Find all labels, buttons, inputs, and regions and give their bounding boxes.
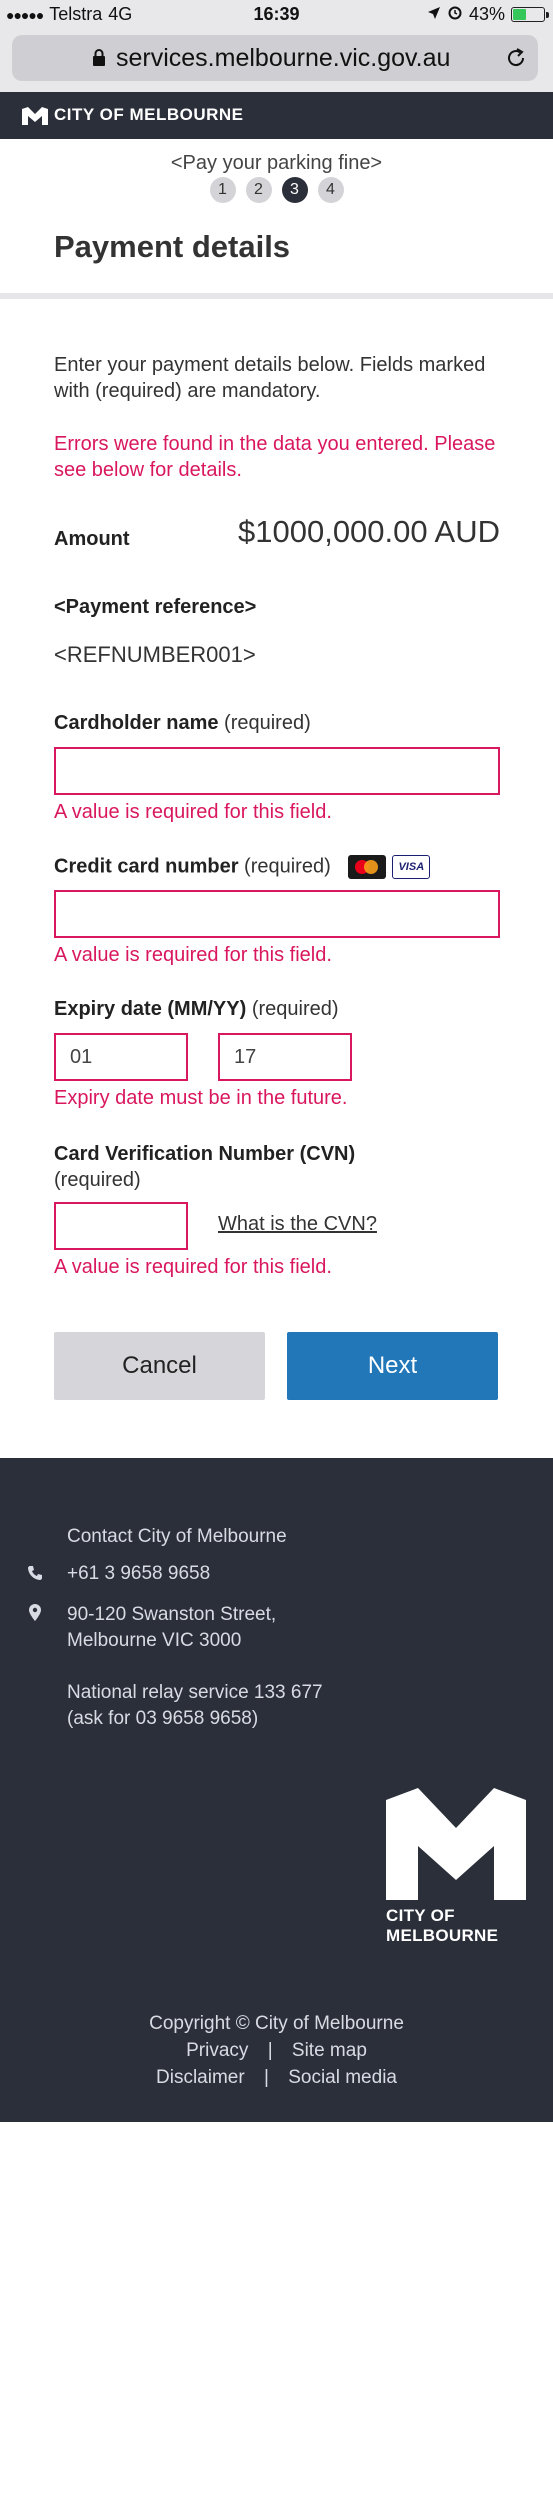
- accepted-cards: VISA: [348, 855, 431, 879]
- alarm-icon: [447, 4, 463, 25]
- card-number-input[interactable]: [54, 890, 500, 938]
- site-footer: Contact City of Melbourne +61 3 9658 965…: [0, 1458, 553, 2122]
- lock-icon: [93, 49, 105, 66]
- reload-icon[interactable]: [504, 46, 528, 70]
- card-number-error: A value is required for this field.: [54, 944, 332, 966]
- step-2: 2: [245, 177, 272, 203]
- map-pin-icon: [29, 1604, 41, 1621]
- required-marker: (required): [244, 855, 331, 878]
- expiry-label-text: Expiry date (MM/YY): [54, 998, 247, 1020]
- relay-line-1: National relay service 133 677: [67, 1682, 323, 1703]
- browser-toolbar: services.melbourne.vic.gov.au: [0, 30, 553, 92]
- step-4: 4: [317, 177, 344, 203]
- cancel-button[interactable]: Cancel: [54, 1332, 265, 1400]
- address-line-1: 90-120 Swanston Street,: [67, 1604, 277, 1625]
- social-media-link[interactable]: Social media: [288, 2067, 397, 2088]
- link-separator: |: [263, 2067, 269, 2088]
- process-title: <Pay your parking fine>: [170, 152, 383, 174]
- intro-text: Enter your payment details below. Fields…: [54, 354, 486, 402]
- card-number-label: Credit card number (required) VISA: [54, 855, 431, 879]
- disclaimer-link[interactable]: Disclaimer: [156, 2067, 245, 2088]
- cvn-error: A value is required for this field.: [54, 1256, 332, 1278]
- cardholder-error: A value is required for this field.: [54, 801, 332, 823]
- expiry-label: Expiry date (MM/YY) (required): [54, 998, 339, 1021]
- step-1: 1: [209, 177, 236, 203]
- cvn-label: Card Verification Number (CVN) (required…: [54, 1141, 355, 1193]
- brand-name[interactable]: CITY OF MELBOURNE: [54, 105, 244, 125]
- amount-label: Amount: [54, 528, 130, 550]
- step-3: 3: [281, 177, 308, 203]
- address-bar[interactable]: services.melbourne.vic.gov.au: [12, 35, 538, 81]
- page-title: Payment details: [54, 229, 291, 264]
- cardholder-input[interactable]: [54, 747, 500, 795]
- phone-icon: [28, 1566, 42, 1580]
- mastercard-icon: [348, 855, 387, 879]
- status-bar: ●●●●● Telstra 4G 16:39 43%: [0, 0, 553, 30]
- step-header: <Pay your parking fine> 1 2 3 4 Payment …: [0, 139, 553, 299]
- visa-icon: VISA: [392, 855, 431, 879]
- required-marker: (required): [54, 1169, 141, 1191]
- privacy-link[interactable]: Privacy: [186, 2040, 248, 2061]
- payment-reference-value: <REFNUMBER001>: [54, 642, 256, 667]
- expiry-year-input[interactable]: 17: [218, 1033, 352, 1081]
- cardholder-label: Cardholder name (required): [54, 712, 311, 735]
- footer-links-row-1: Privacy | Site map: [0, 2040, 553, 2062]
- location-icon: [427, 4, 441, 25]
- battery-level: [513, 9, 526, 20]
- site-header: CITY OF MELBOURNE: [0, 92, 553, 139]
- cvn-label-text: Card Verification Number (CVN): [54, 1143, 356, 1165]
- copyright: Copyright © City of Melbourne: [149, 2013, 404, 2034]
- required-marker: (required): [251, 998, 339, 1020]
- city-logo-large-icon[interactable]: [386, 1788, 526, 1900]
- cvn-input[interactable]: [54, 1202, 188, 1250]
- expiry-month-input[interactable]: 01: [54, 1033, 188, 1081]
- address-line-2: Melbourne VIC 3000: [67, 1630, 242, 1651]
- status-right: 43%: [427, 4, 549, 25]
- site-map-link[interactable]: Site map: [292, 2040, 367, 2061]
- contact-title: Contact City of Melbourne: [67, 1526, 287, 1547]
- step-indicator: 1 2 3 4: [0, 177, 553, 203]
- contact-address: 90-120 Swanston Street, Melbourne VIC 30…: [67, 1602, 276, 1654]
- contact-phone[interactable]: +61 3 9658 9658: [67, 1563, 210, 1585]
- relay-line-2: (ask for 03 9658 9658): [67, 1708, 259, 1729]
- relay-service: National relay service 133 677 (ask for …: [67, 1680, 323, 1732]
- link-separator: |: [267, 2040, 273, 2061]
- payment-form: Enter your payment details below. Fields…: [54, 352, 500, 1400]
- cvn-help-link[interactable]: What is the CVN?: [218, 1213, 377, 1236]
- footer-links-row-2: Disclaimer | Social media: [0, 2067, 553, 2089]
- payment-reference-label: <Payment reference>: [54, 596, 257, 618]
- city-logo-icon[interactable]: [22, 107, 48, 125]
- footer-brand-name: CITY OF MELBOURNE: [386, 1906, 499, 1945]
- error-summary: Errors were found in the data you entere…: [54, 433, 496, 481]
- url-text: services.melbourne.vic.gov.au: [116, 44, 451, 72]
- battery-percent: 43%: [468, 4, 505, 24]
- amount-value: $1000,000.00 AUD: [238, 514, 500, 549]
- next-button[interactable]: Next: [287, 1332, 498, 1400]
- required-marker: (required): [224, 712, 311, 734]
- card-number-label-text: Credit card number: [54, 855, 239, 878]
- expiry-error: Expiry date must be in the future.: [54, 1087, 348, 1109]
- battery-icon: [511, 7, 549, 22]
- cardholder-label-text: Cardholder name: [54, 712, 219, 734]
